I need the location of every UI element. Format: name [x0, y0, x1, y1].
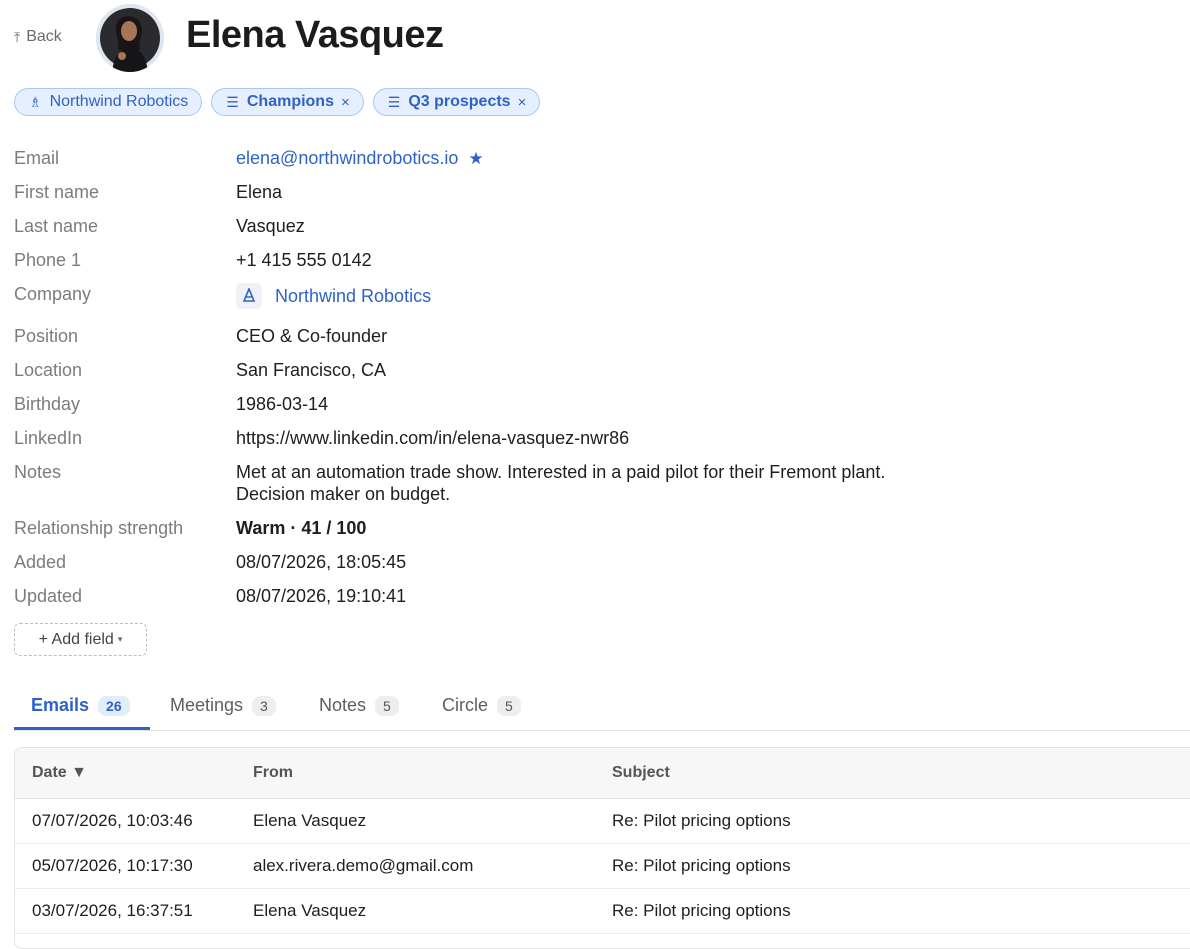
list-chip-q3-prospects[interactable]: ☰ Q3 prospects ×	[372, 88, 541, 116]
list-chip-label: Q3 prospects	[408, 93, 511, 110]
column-header-subject[interactable]: Subject	[612, 748, 670, 798]
email-link[interactable]: elena@northwindrobotics.io	[236, 148, 458, 168]
emails-table: Date ▼ From Subject 07/07/2026, 10:03:46…	[14, 747, 1190, 949]
tab-emails[interactable]: Emails 26	[14, 690, 150, 730]
cell-date: 07/07/2026, 10:03:46	[32, 811, 193, 830]
field-label: LinkedIn	[14, 428, 83, 448]
field-first-name: First name Elena	[14, 181, 936, 203]
tab-count-badge: 5	[375, 696, 399, 716]
cell-date: 05/07/2026, 10:17:30	[32, 856, 193, 875]
field-last-name: Last name Vasquez	[14, 215, 936, 237]
star-icon[interactable]: ★	[468, 149, 483, 168]
list-icon: ☰	[387, 93, 401, 110]
field-label: Birthday	[14, 394, 81, 414]
list-chip-champions[interactable]: ☰ Champions ×	[211, 88, 364, 116]
table-header: Date ▼ From Subject	[15, 748, 1190, 799]
company-logo-icon: ♗	[29, 93, 42, 110]
remove-chip-icon[interactable]: ×	[518, 94, 527, 111]
tab-label: Emails	[31, 695, 90, 715]
tab-count-badge: 3	[252, 696, 276, 716]
field-value[interactable]: +1 415 555 0142	[236, 249, 936, 271]
cell-subject: Re: Pilot pricing options	[612, 811, 791, 830]
table-row[interactable]: 03/07/2026, 16:37:51 Elena Vasquez Re: P…	[15, 889, 1190, 934]
field-phone: Phone 1 +1 415 555 0142	[14, 249, 936, 271]
company-chip[interactable]: ♗ Northwind Robotics	[14, 88, 203, 116]
tab-label: Notes	[319, 695, 367, 715]
tab-count-badge: 5	[497, 696, 521, 716]
cell-from: Elena Vasquez	[253, 901, 367, 920]
remove-chip-icon[interactable]: ×	[341, 94, 350, 111]
field-label: Updated	[14, 586, 83, 606]
field-label: First name	[14, 182, 100, 202]
tab-notes[interactable]: Notes 5	[319, 690, 399, 730]
column-header-date[interactable]: Date ▼	[32, 748, 87, 798]
field-value-wrap: Northwind Robotics	[236, 283, 936, 309]
column-header-from[interactable]: From	[253, 748, 293, 798]
tab-meetings[interactable]: Meetings 3	[170, 690, 276, 730]
field-label: Company	[14, 284, 92, 304]
field-added: Added 08/07/2026, 18:05:45	[14, 551, 936, 573]
add-field-button[interactable]: + Add field ▾	[14, 623, 147, 656]
tab-label: Meetings	[170, 695, 244, 715]
field-email: Email elena@northwindrobotics.io ★	[14, 147, 936, 170]
field-linkedin: LinkedIn https://www.linkedin.com/in/ele…	[14, 427, 936, 449]
company-link[interactable]: Northwind Robotics	[275, 285, 431, 307]
field-birthday: Birthday 1986-03-14	[14, 393, 936, 415]
linkedin-link[interactable]: https://www.linkedin.com/in/elena-vasque…	[236, 427, 936, 449]
field-label: Notes	[14, 462, 62, 482]
field-label: Phone 1	[14, 250, 82, 270]
cell-from: Elena Vasquez	[253, 811, 367, 830]
table-row[interactable]: 05/07/2026, 10:17:30 alex.rivera.demo@gm…	[15, 844, 1190, 889]
field-value[interactable]: San Francisco, CA	[236, 359, 936, 381]
field-value[interactable]: Elena	[236, 181, 936, 203]
field-value[interactable]: Vasquez	[236, 215, 936, 237]
add-field-label: + Add field	[38, 630, 114, 648]
company-logo-icon	[236, 283, 262, 309]
table-row[interactable]: 07/07/2026, 10:03:46 Elena Vasquez Re: P…	[15, 799, 1190, 844]
field-label: Added	[14, 552, 67, 572]
field-value: 08/07/2026, 18:05:45	[236, 552, 407, 572]
field-label: Email	[14, 148, 60, 168]
avatar	[96, 4, 164, 72]
back-button[interactable]: ⤒ Back	[14, 28, 62, 46]
back-arrow-icon: ⤒	[14, 28, 21, 45]
field-company: Company Northwind Robotics	[14, 283, 936, 309]
list-chip-label: Champions	[246, 93, 334, 110]
cell-subject: Re: Pilot pricing options	[612, 856, 791, 875]
cell-subject: Re: Pilot pricing options	[612, 901, 791, 920]
list-icon: ☰	[226, 93, 239, 110]
field-label: Location	[14, 360, 83, 380]
back-label: Back	[26, 28, 62, 45]
relationship-value: Warm · 41 / 100	[236, 518, 367, 538]
tab-label: Circle	[442, 695, 489, 715]
tag-chips: ♗ Northwind Robotics ☰ Champions × ☰ Q3 …	[14, 88, 541, 116]
field-updated: Updated 08/07/2026, 19:10:41	[14, 585, 936, 607]
field-value[interactable]: 1986-03-14	[236, 393, 936, 415]
field-label: Position	[14, 326, 79, 346]
cell-date: 03/07/2026, 16:37:51	[32, 901, 193, 920]
tab-circle[interactable]: Circle 5	[442, 690, 521, 730]
field-label: Last name	[14, 216, 99, 236]
field-notes: Notes Met at an automation trade show. I…	[14, 461, 926, 505]
field-relationship-strength: Relationship strength Warm · 41 / 100	[14, 517, 936, 539]
tab-bar: Emails 26 Meetings 3 Notes 5 Circle 5	[14, 690, 1190, 731]
field-value[interactable]: Met at an automation trade show. Interes…	[236, 461, 926, 505]
field-value: 08/07/2026, 19:10:41	[236, 586, 407, 606]
tab-count-badge: 26	[98, 696, 130, 716]
field-label: Relationship strength	[14, 518, 184, 538]
field-value[interactable]: CEO & Co-founder	[236, 325, 936, 347]
company-chip-label: Northwind Robotics	[49, 93, 189, 110]
field-location: Location San Francisco, CA	[14, 359, 936, 381]
chevron-down-icon: ▾	[117, 634, 123, 644]
field-position: Position CEO & Co-founder	[14, 325, 936, 347]
page-title: Elena Vasquez	[186, 14, 444, 56]
cell-from: alex.rivera.demo@gmail.com	[253, 856, 474, 875]
field-value-wrap: elena@northwindrobotics.io ★	[236, 147, 936, 170]
